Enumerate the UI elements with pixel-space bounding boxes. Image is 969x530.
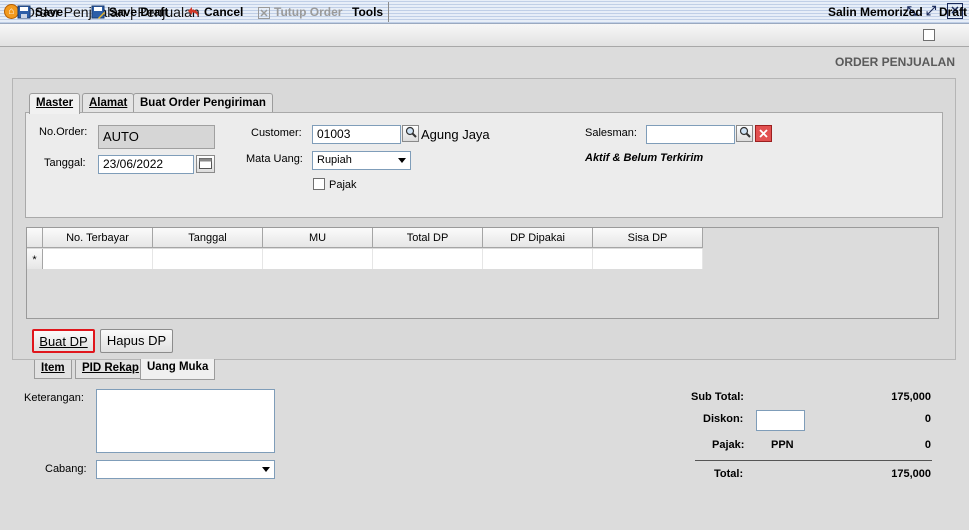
column-header[interactable]: Tanggal [153,228,263,248]
pajak-value: 0 [924,439,931,451]
calendar-icon[interactable] [196,155,215,173]
tutup-order-button[interactable]: Tutup Order [258,3,342,21]
save-draft-button[interactable]: Save Draft [91,3,168,21]
tab-buat-order-pengiriman[interactable]: Buat Order Pengiriman [133,93,273,113]
tab-uang-muka[interactable]: Uang Muka [140,359,216,380]
maximize-icon[interactable]: ⤢ [923,3,939,19]
pajak-type: PPN [771,439,794,451]
diskon-value: 0 [924,413,931,425]
pajak-checkbox[interactable] [313,178,325,190]
cancel-label: Cancel [204,5,244,19]
search-icon[interactable] [402,125,419,142]
keterangan-textarea[interactable] [96,389,275,453]
table-cell[interactable] [153,249,263,269]
hapus-dp-button[interactable]: Hapus DP [100,329,173,353]
floppy-disk-icon [17,5,31,24]
totals-divider [695,460,932,461]
column-header[interactable]: Total DP [373,228,483,248]
chevron-down-icon [398,158,406,163]
pajak-checkbox-label: Pajak [329,179,357,191]
customer-field[interactable]: 01003 [312,125,401,144]
draft-label: Draft [939,5,968,19]
save-button[interactable]: Save [17,3,63,21]
salesman-field[interactable] [646,125,735,144]
salesman-label: Salesman: [585,127,637,139]
dp-table: No. Terbayar Tanggal MU Total DP DP Dipa… [26,227,939,319]
page-title: ORDER PENJUALAN [834,55,955,69]
status-text: Aktif & Belum Terkirim [585,152,704,164]
tanggal-field[interactable]: 23/06/2022 [98,155,194,174]
diskon-field[interactable] [756,410,805,431]
tab-alamat[interactable]: Alamat [82,93,135,113]
mata-uang-label: Mata Uang: [246,153,303,165]
mata-uang-select[interactable]: Rupiah [312,151,411,170]
no-order-label: No.Order: [39,126,88,138]
table-cell[interactable] [263,249,373,269]
close-order-icon [258,6,270,24]
undo-arrow-icon [186,5,200,24]
save-draft-icon [91,5,105,24]
cancel-button[interactable]: Cancel [186,3,243,21]
tools-label: Tools [352,5,384,19]
column-header[interactable]: No. Terbayar [43,228,153,248]
toolbar-separator [388,2,389,22]
tab-pid-rekap[interactable]: PID Rekap [75,360,146,379]
buat-dp-button[interactable]: Buat DP [32,329,95,353]
customer-name: Agung Jaya [421,127,490,142]
mata-uang-value: Rupiah [317,154,352,166]
sub-total-value: 175,000 [891,391,931,403]
tanggal-label: Tanggal: [44,157,86,169]
diskon-label: Diskon: [703,413,744,425]
table-cell[interactable] [483,249,593,269]
table-cell[interactable] [373,249,483,269]
keterangan-label: Keterangan: [24,392,84,404]
column-header[interactable]: DP Dipakai [483,228,593,248]
tab-item[interactable]: Item [34,360,72,379]
tools-button[interactable]: Tools [352,3,383,21]
pajak-total-label: Pajak: [712,439,745,451]
no-order-field: AUTO [98,125,215,149]
tab-master[interactable]: Master [29,93,81,114]
salesman-search-icon[interactable] [736,125,753,142]
salin-memorized-button[interactable]: Salin Memorized [828,3,923,21]
column-header[interactable]: MU [263,228,373,248]
customer-label: Customer: [251,127,302,139]
draft-checkbox[interactable] [923,29,935,41]
tutup-order-label: Tutup Order [274,5,343,19]
cabang-select[interactable] [96,460,275,479]
save-draft-label: Save Draft [109,5,169,19]
salin-memorized-label: Salin Memorized [828,5,923,19]
table-cell[interactable] [593,249,703,269]
total-value: 175,000 [891,468,931,480]
save-label: Save [35,5,64,19]
total-label: Total: [714,468,744,480]
table-cell[interactable] [43,249,153,269]
row-header-corner [27,228,43,248]
column-header[interactable]: Sisa DP [593,228,703,248]
sub-total-label: Sub Total: [691,391,744,403]
new-row-marker: * [27,249,43,269]
toolbar [0,24,969,47]
clear-icon[interactable] [755,125,772,142]
chevron-down-icon [262,467,270,472]
cabang-label: Cabang: [45,463,87,475]
